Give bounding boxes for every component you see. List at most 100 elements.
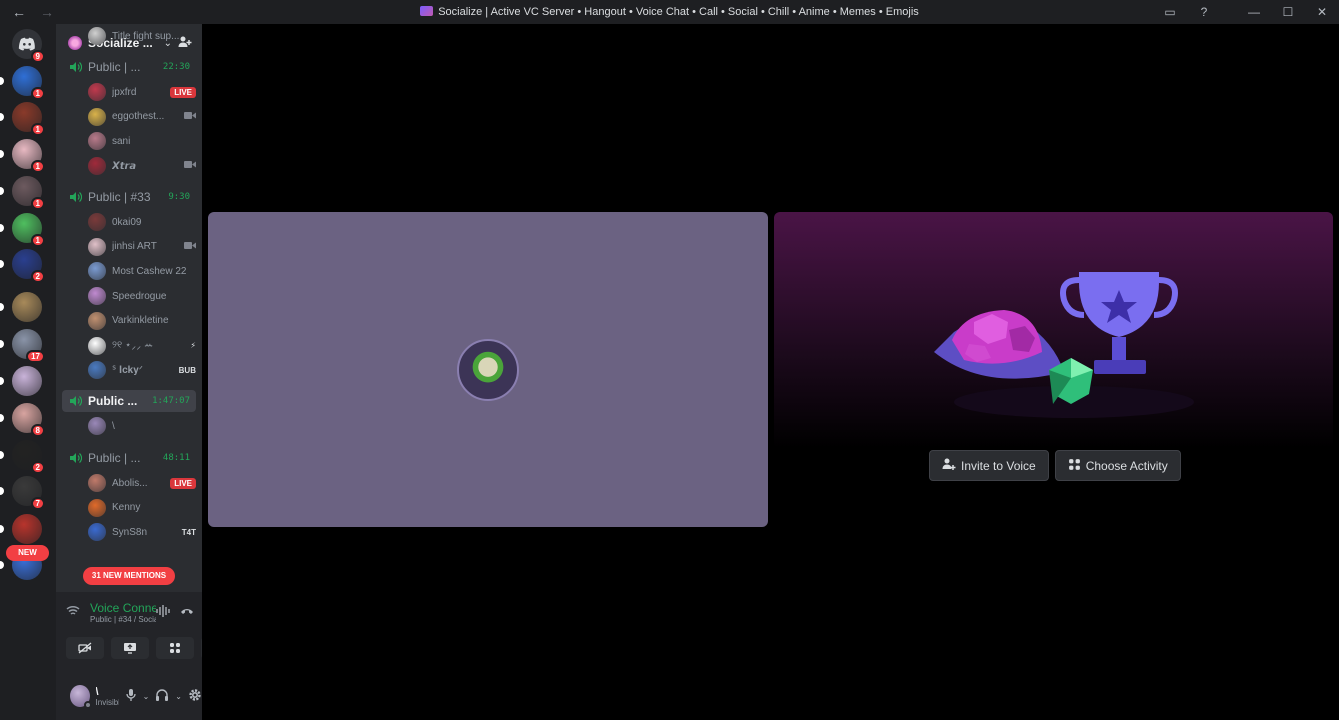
avatar: [88, 157, 106, 176]
voice-member[interactable]: eggothest...: [88, 107, 196, 127]
member-name: Kenny: [112, 502, 141, 514]
server-icon[interactable]: [0, 292, 42, 322]
participant-avatar: [457, 339, 519, 401]
voice-member[interactable]: ୨୧ ⋆⸝⸝ ꕀ ⚡: [88, 336, 196, 356]
server-icon[interactable]: [0, 514, 42, 544]
voice-channel[interactable]: Public | ... 22:30: [62, 56, 196, 78]
member-name: Title fight sup...: [112, 30, 180, 42]
voice-member[interactable]: 0kai09: [88, 212, 196, 232]
live-badge: LIVE: [170, 86, 196, 98]
unread-indicator: [0, 150, 4, 158]
server-icon[interactable]: 7: [0, 476, 45, 510]
voice-channel[interactable]: Public | #33 9:30: [62, 186, 196, 208]
voice-member[interactable]: Most Cashew 22: [88, 261, 196, 281]
close-button[interactable]: ✕: [1305, 5, 1339, 19]
new-servers-pill[interactable]: NEW: [6, 545, 49, 561]
user-name[interactable]: \: [96, 686, 119, 698]
member-name: 0kai09: [112, 216, 142, 228]
inbox-icon[interactable]: ▭: [1153, 5, 1187, 19]
server-logo-icon: [68, 36, 82, 50]
voice-member[interactable]: Varkinkletine: [88, 311, 196, 331]
participant-tile[interactable]: [208, 212, 768, 527]
voice-connection-panel: Voice Connected Public | #34 / Socialize: [56, 592, 239, 720]
noise-suppression-icon[interactable]: [156, 604, 170, 620]
choose-activity-button[interactable]: Choose Activity: [1054, 450, 1181, 481]
headphones-icon[interactable]: [155, 688, 169, 705]
member-name: Speedrogue: [112, 290, 167, 302]
unread-indicator: [0, 377, 4, 385]
voice-member[interactable]: SynS8n T4T: [88, 522, 196, 542]
share-screen-button[interactable]: [111, 637, 149, 659]
disconnect-icon[interactable]: [180, 605, 194, 620]
choose-activity-label: Choose Activity: [1085, 458, 1168, 473]
help-icon[interactable]: ?: [1187, 5, 1221, 19]
speaker-icon: [68, 451, 82, 465]
mic-options-chevron-icon[interactable]: ⌄: [143, 692, 150, 701]
mention-badge: 1: [30, 160, 45, 173]
voice-member[interactable]: jinhsi ART: [88, 237, 196, 257]
activities-icon: [1068, 458, 1081, 474]
voice-member[interactable]: sani: [88, 131, 196, 151]
forward-arrow-icon[interactable]: →: [40, 4, 54, 20]
unread-indicator: [0, 77, 4, 85]
voice-member[interactable]: 𝙓𝙩𝙧𝙖: [88, 156, 196, 176]
voice-channel-timer: 22:30: [162, 62, 190, 72]
avatar: [88, 213, 106, 231]
server-icon[interactable]: 1: [0, 213, 45, 247]
server-icon[interactable]: 8: [0, 403, 45, 437]
avatar[interactable]: [70, 685, 92, 709]
voice-member[interactable]: Title fight sup...: [88, 26, 196, 46]
voice-channel-name: Public | #33: [88, 190, 151, 204]
speaker-icon: [68, 394, 82, 408]
server-list: 9 1 1 1 1 1 2 17 8 2 7: [0, 24, 56, 720]
member-name: ୨୧ ⋆⸝⸝ ꕀ: [112, 340, 154, 351]
voice-channel[interactable]: Public ... 1:47:07: [62, 390, 196, 412]
server-icon[interactable]: 2: [0, 249, 45, 283]
member-name: Abolis...: [112, 477, 148, 489]
unread-indicator: [0, 525, 4, 533]
mention-badge: 2: [30, 270, 45, 283]
activities-button[interactable]: [156, 637, 194, 659]
voice-member[interactable]: Kenny: [88, 498, 196, 518]
audio-options-chevron-icon[interactable]: ⌄: [175, 692, 182, 701]
voice-status[interactable]: Voice Connected: [90, 601, 156, 615]
minimize-button[interactable]: —: [1237, 5, 1271, 19]
invite-to-voice-button[interactable]: Invite to Voice: [929, 450, 1049, 481]
unread-indicator: [0, 451, 4, 459]
voice-channel-path[interactable]: Public | #34 / Socialize: [90, 615, 156, 624]
voice-member[interactable]: ᔆ 𝐈𝐜𝐤𝐲ᐟ BUB: [88, 360, 196, 380]
camera-off-button[interactable]: [66, 637, 104, 659]
voice-member[interactable]: jpxfrd LIVE: [88, 82, 196, 102]
server-icon[interactable]: 17: [0, 329, 45, 363]
connection-signal-icon[interactable]: [56, 605, 90, 620]
server-icon[interactable]: 1: [0, 176, 45, 210]
user-status: Invisible: [95, 697, 119, 707]
member-tag: T4T: [181, 527, 196, 537]
voice-member[interactable]: Abolis... LIVE: [88, 473, 196, 493]
gear-icon[interactable]: [188, 688, 202, 705]
voice-member[interactable]: Speedrogue: [88, 286, 196, 306]
home-button[interactable]: 9: [12, 29, 45, 63]
avatar: [88, 237, 106, 256]
unread-indicator: [0, 414, 4, 422]
avatar: [88, 27, 106, 45]
voice-channel[interactable]: Public | ... 48:11: [62, 447, 196, 469]
server-icon[interactable]: 2: [0, 440, 45, 474]
server-icon[interactable]: [0, 366, 42, 396]
camera-icon: [184, 160, 196, 172]
back-arrow-icon[interactable]: ←: [12, 4, 26, 20]
history-nav: ← →: [0, 4, 60, 20]
microphone-icon[interactable]: [125, 688, 137, 705]
member-name: jinhsi ART: [112, 241, 157, 253]
status-dot: [83, 701, 92, 709]
server-icon[interactable]: 1: [0, 139, 45, 173]
server-icon[interactable]: 1: [0, 66, 45, 100]
maximize-button[interactable]: ☐: [1271, 5, 1305, 19]
new-mentions-pill[interactable]: 31 NEW MENTIONS: [83, 567, 175, 585]
avatar: [88, 474, 106, 492]
unread-indicator: [0, 187, 4, 195]
voice-channel-timer: 48:11: [162, 453, 190, 463]
window-title-text: Socialize | Active VC Server • Hangout •…: [438, 6, 919, 18]
voice-member[interactable]: \: [88, 416, 196, 436]
server-icon[interactable]: 1: [0, 102, 45, 136]
